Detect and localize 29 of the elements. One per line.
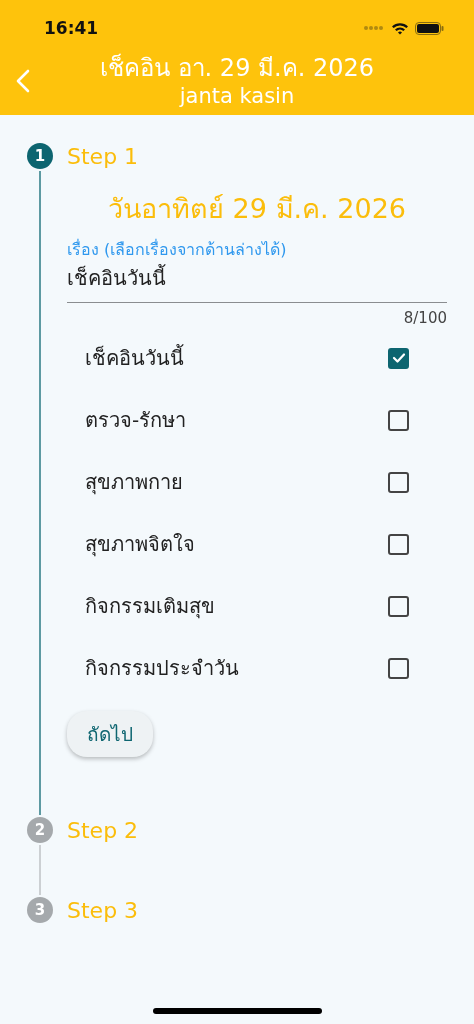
option-label: สุขภาพจิตใจ bbox=[85, 531, 195, 559]
checkbox[interactable] bbox=[388, 533, 409, 555]
wifi-icon bbox=[391, 21, 409, 35]
checkbox[interactable] bbox=[388, 347, 409, 369]
header-subtitle: janta kasin bbox=[179, 83, 295, 109]
option-label: สุขภาพกาย bbox=[85, 469, 183, 497]
step-title[interactable]: Step 2 bbox=[67, 817, 139, 843]
option-label: กิจกรรมประจำวัน bbox=[85, 655, 239, 682]
checkbox[interactable] bbox=[388, 595, 409, 617]
step-number[interactable]: 1 bbox=[27, 143, 53, 169]
option-label: กิจกรรมเติมสุข bbox=[85, 593, 215, 621]
date-heading: วันอาทิตย์ 29 มี.ค. 2026 bbox=[107, 192, 407, 226]
next-button[interactable]: ถัดไป bbox=[67, 711, 153, 757]
battery-icon bbox=[415, 21, 444, 35]
status-time: 16:41 bbox=[44, 18, 99, 38]
option-label: ตรวจ-รักษา bbox=[85, 407, 187, 434]
checkbox[interactable] bbox=[388, 657, 409, 679]
subject-field[interactable]: เรื่อง (เลือกเรื่องจากด้านล่างได้) เช็คอินวันนี้ bbox=[67, 238, 447, 303]
step-title[interactable]: Step 3 bbox=[67, 897, 139, 923]
checkbox[interactable] bbox=[388, 409, 409, 431]
header-title: เช็คอิน อา. 29 มี.ค. 2026 bbox=[100, 53, 374, 83]
step-number[interactable]: 2 bbox=[27, 817, 53, 843]
option-label: เช็คอินวันนี้ bbox=[85, 343, 184, 372]
step-number[interactable]: 3 bbox=[27, 897, 53, 923]
checkmark-icon bbox=[391, 352, 406, 364]
character-counter: 8/100 bbox=[402, 308, 447, 327]
checkbox[interactable] bbox=[388, 471, 409, 493]
step-title[interactable]: Step 1 bbox=[67, 143, 139, 169]
signal-icon bbox=[363, 25, 385, 31]
